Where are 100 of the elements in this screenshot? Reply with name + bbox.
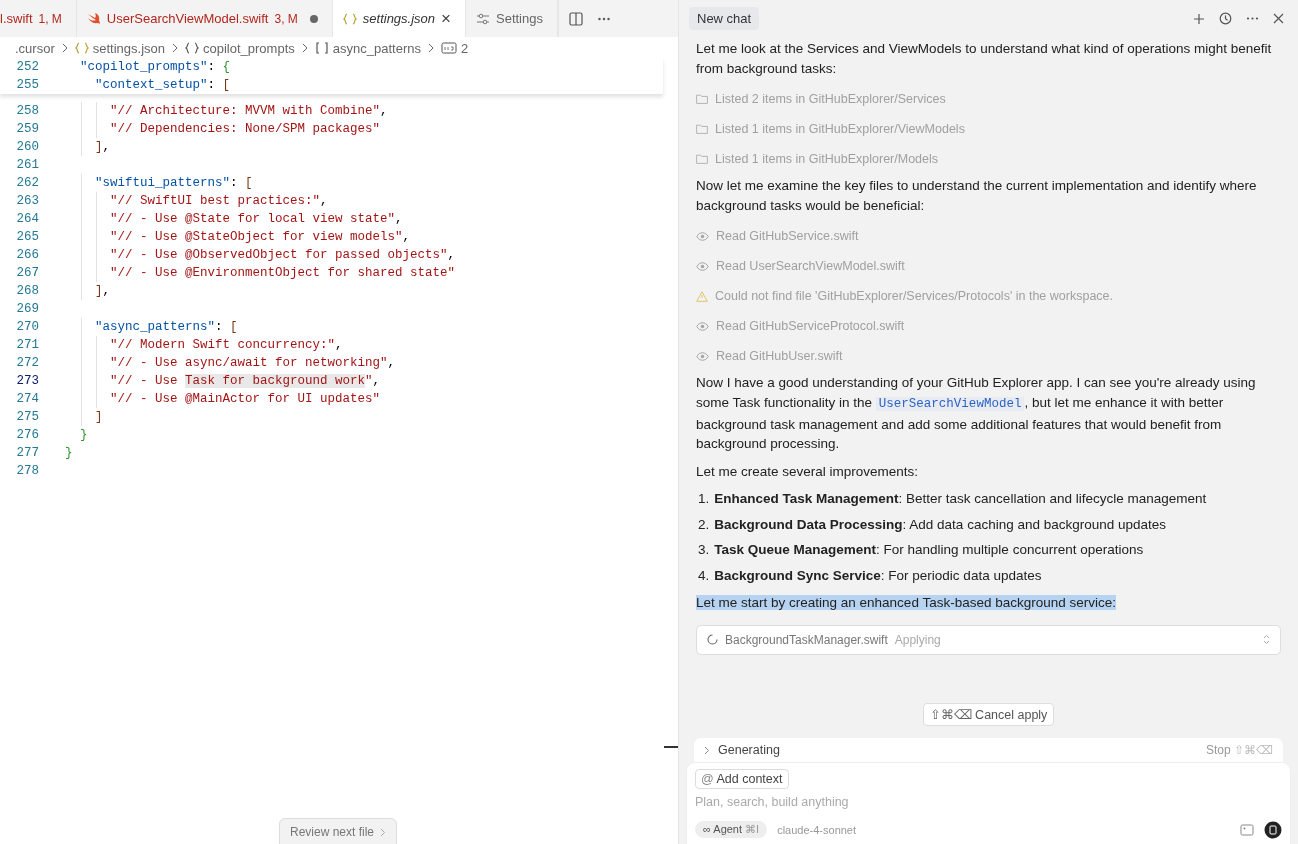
code-token: , [320,194,328,208]
list-number: 2. [698,515,710,534]
braces-icon [342,12,357,25]
close-icon[interactable] [1273,13,1284,24]
folder-icon [696,94,708,105]
editor-tab[interactable]: UserSearchViewModel.swift 3, M [76,0,333,37]
apply-card[interactable]: BackgroundTaskManager.swift Applying [696,624,1281,655]
spinner-icon [707,634,718,646]
folder-icon [696,124,708,135]
braces-icon [74,42,89,54]
code-token: : [207,78,217,92]
line-number: 275 [15,409,40,426]
code-token: "// - Use async/await for networking" [109,356,388,370]
code-token: , [372,374,381,388]
code-token: : [207,60,217,74]
breadcrumb[interactable]: copilot_prompts [203,40,295,56]
chevron-icon [171,43,179,53]
line-number: 260 [15,139,40,156]
sliders-icon [476,12,490,25]
code-token: "// Architecture: MVVM with Combine" [109,104,381,118]
send-icon[interactable] [1264,820,1282,839]
chat-message: Let me look at the Services and ViewModels to understand what kind of operations might benefit from background tasks: [696,40,1273,78]
line-number: 258 [15,103,40,120]
code-token: , [335,338,343,352]
code-token: [ [222,78,231,92]
code-token: , [402,230,411,244]
line-number: 255 [15,77,40,94]
tab-status-label: 1, M [38,11,62,26]
folder-icon [696,154,708,165]
braces-icon [185,42,199,54]
chat-tab[interactable]: New chat [689,7,760,30]
code-token: "// Modern Swift concurrency:" [109,338,336,352]
code-token: : [230,176,239,190]
chat-message: Let me create several improvements: [696,462,920,481]
editor-tab[interactable]: settings.json × [332,0,466,37]
code-token: } [65,446,73,460]
list-item-text: Background Data Processing: Add data caching and background updates [714,515,1167,534]
tab-label: l.swift [0,11,33,26]
tab-label: Settings [496,11,543,26]
line-number: 266 [15,247,40,264]
code-token: "// - Use [109,374,179,388]
code-token: " [365,374,373,388]
bird-icon [86,12,101,25]
chevron-icon [380,827,387,837]
close-tab-button[interactable]: × [441,8,451,29]
image-icon[interactable] [1240,823,1254,836]
line-number: 274 [15,391,40,408]
line-number: 263 [15,193,40,210]
cancel-apply-button[interactable]: ⇧⌘⌫ Cancel apply [922,702,1055,726]
line-number: 267 [15,265,40,282]
editor-tab[interactable]: l.swift 1, M [0,0,77,37]
code-token: , [102,284,111,298]
agent-mode-button[interactable]: ∞ Agent ⌘I [695,821,768,839]
breadcrumb[interactable]: 2 [460,40,469,56]
code-token: "// SwiftUI best practices:" [109,194,321,208]
code-token: ] [94,284,103,298]
list-number: 4. [698,566,710,585]
code-token: Task for background work [185,374,366,388]
chevron-icon [60,43,69,53]
chevron-icon [300,43,309,53]
apply-status: Applying [894,632,941,647]
line-number: 270 [15,319,40,336]
code-token: "// Dependencies: None/SPM packages" [109,122,381,136]
line-number: 269 [15,301,40,318]
list-item-text: Enhanced Task Management: Better task cancellation and lifecycle management [714,490,1207,509]
line-number: 252 [15,59,40,76]
code-token: } [79,428,88,442]
code-token: ] [94,140,103,154]
chat-message: Now let me examine the key files to understand the current implementation and identify where background tasks would be beneficial: [696,177,1258,215]
breadcrumb[interactable]: async_patterns [332,40,421,56]
code-token: , [102,140,111,154]
code-token: : [215,320,224,334]
code-token: [ [230,320,238,334]
chat-message: Now I have a good understanding of your GitHub Explorer app. I can see you're already using some Task functionality in the UserSearchViewModel , but let me enhance it with better background task management and add some additional features that would benefit from background processing. [696,374,1257,454]
eye-icon [696,321,709,331]
code-token: [ [245,176,253,190]
warning-icon [696,290,708,302]
line-number: 261 [15,157,40,174]
add-context-button[interactable]: @ Add context [695,768,789,789]
breadcrumb[interactable]: settings.json [92,40,165,56]
code-token: "// - Use @State for local view state" [109,212,396,226]
editor-tab[interactable]: Settings [466,0,558,37]
generating-label: Generating [718,743,780,758]
tab-label: UserSearchViewModel.swift [106,11,269,26]
eye-icon [696,351,709,361]
chat-message: Let me start by creating an enhanced Task-based background service: [696,593,1117,612]
line-number: 265 [15,229,40,246]
review-next-file-button[interactable]: Review next file [279,818,398,844]
prompt-input[interactable]: Plan, search, build anything [695,792,1282,811]
code-token: "swiftui_patterns" [94,176,231,190]
plus-icon[interactable] [1193,12,1205,25]
breadcrumb[interactable]: .cursor [15,40,55,56]
list-item-text: Background Sync Service: For periodic data updates [714,566,1042,585]
chevron-icon[interactable] [704,745,710,755]
history-icon[interactable] [1219,12,1232,25]
split-editor-icon[interactable] [569,11,583,26]
brackets-icon [314,42,329,54]
line-number: 278 [15,463,40,480]
unsaved-dot [309,14,318,23]
code-token: { [222,60,231,74]
